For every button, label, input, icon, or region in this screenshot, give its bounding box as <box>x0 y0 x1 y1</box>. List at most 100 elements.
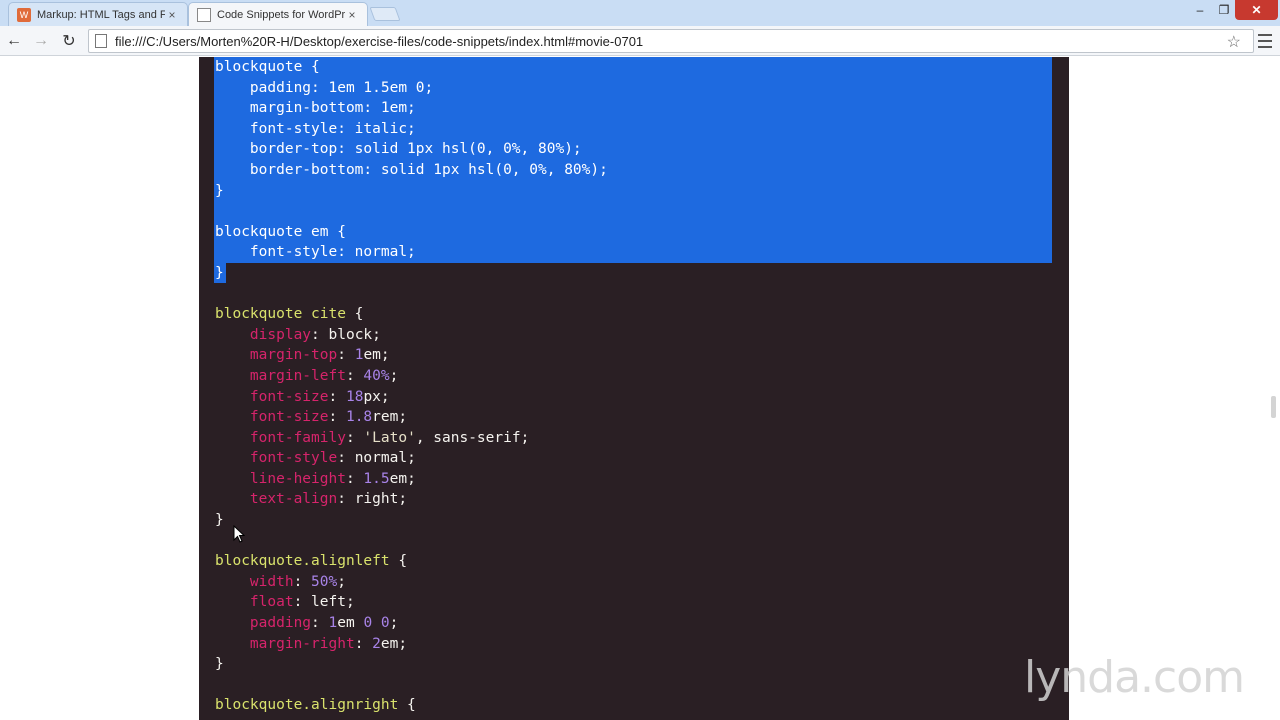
selected-code-text: font-style: normal; <box>215 244 416 261</box>
back-arrow-icon[interactable]: ← <box>4 31 24 51</box>
css-colon: : <box>354 635 373 652</box>
css-property: display <box>249 326 312 343</box>
code-line: margin-left: 40%; <box>215 366 608 387</box>
scrollbar-thumb[interactable] <box>1271 396 1276 418</box>
css-value: 1 <box>328 615 338 632</box>
css-property: text-align <box>249 491 338 508</box>
css-value: 40% <box>363 367 390 384</box>
maximize-button[interactable]: ❐ <box>1213 0 1235 20</box>
tab-strip: W Markup: HTML Tags and Formatting × Cod… <box>0 0 1280 26</box>
css-colon: : <box>328 388 346 405</box>
css-property: font-size <box>249 388 329 405</box>
code-line: margin-right: 2em; <box>215 634 608 655</box>
bookmark-star-icon[interactable]: ☆ <box>1227 32 1241 52</box>
css-property: margin-right <box>249 635 355 652</box>
css-value: em <box>363 347 381 364</box>
css-semicolon: ; <box>337 573 346 590</box>
selected-code-text: blockquote em { <box>215 223 346 240</box>
forward-arrow-icon[interactable]: → <box>31 31 51 51</box>
css-property: width <box>249 573 294 590</box>
code-line: } <box>215 654 608 675</box>
tab-close-icon[interactable]: × <box>165 8 179 22</box>
css-brace: { <box>398 697 416 714</box>
selected-code-text: padding: 1em 1.5em 0; <box>215 79 434 96</box>
code-line: border-bottom: solid 1px hsl(0, 0%, 80%)… <box>215 160 608 181</box>
code-line: padding: 1em 0 0; <box>215 613 608 634</box>
css-value: normal <box>354 450 408 467</box>
tab-markup[interactable]: W Markup: HTML Tags and Formatting × <box>8 2 188 26</box>
css-value: block <box>328 326 373 343</box>
close-window-button[interactable]: ✕ <box>1235 0 1278 20</box>
css-property: line-height <box>249 470 346 487</box>
new-tab-button[interactable] <box>369 7 401 21</box>
code-line: font-size: 18px; <box>215 387 608 408</box>
menu-icon[interactable] <box>1258 34 1272 48</box>
tab-close-icon[interactable]: × <box>345 8 359 22</box>
selected-code-text: border-top: solid 1px hsl(0, 0%, 80%); <box>215 141 582 158</box>
code-line: font-size: 1.8rem; <box>215 407 608 428</box>
code-line: margin-top: 1em; <box>215 345 608 366</box>
css-semicolon: ; <box>345 594 355 611</box>
css-value: 18 <box>345 388 364 405</box>
css-property: margin-left <box>249 367 346 384</box>
css-code-block[interactable]: blockquote { padding: 1em 1.5em 0; margi… <box>215 57 608 716</box>
address-bar[interactable]: file:///C:/Users/Morten%20R-H/Desktop/ex… <box>88 29 1254 53</box>
address-url[interactable]: file:///C:/Users/Morten%20R-H/Desktop/ex… <box>115 34 643 49</box>
code-line: } <box>215 181 608 202</box>
tab-title: Code Snippets for WordPress <box>217 8 345 21</box>
css-selector: blockquote.alignright <box>215 697 399 714</box>
code-line: font-style: normal; <box>215 242 608 263</box>
css-property: margin-top <box>249 347 338 364</box>
css-property: padding <box>249 615 312 632</box>
code-line: font-style: normal; <box>215 448 608 469</box>
code-line: font-family: 'Lato', sans-serif; <box>215 428 608 449</box>
css-value: 'Lato' <box>363 429 416 446</box>
code-line: blockquote cite { <box>215 304 608 325</box>
selected-code-text: } <box>215 182 224 199</box>
css-value: 1.8 <box>345 409 373 426</box>
selected-code-text: margin-bottom: 1em; <box>215 100 416 117</box>
css-colon: : <box>337 491 355 508</box>
css-colon: : <box>337 450 355 467</box>
css-semicolon: ; <box>407 450 416 467</box>
tab-code-snippets[interactable]: Code Snippets for WordPress × <box>188 2 368 26</box>
css-property: float <box>249 594 294 611</box>
code-line: blockquote.alignleft { <box>215 551 608 572</box>
css-brace: } <box>215 656 224 673</box>
code-line: blockquote.alignright { <box>215 695 608 716</box>
css-semicolon: ; <box>407 470 416 487</box>
code-line: float: left; <box>215 592 608 613</box>
code-line: padding: 1em 1.5em 0; <box>215 78 608 99</box>
selected-code-text <box>215 203 224 219</box>
code-line <box>215 201 608 222</box>
css-value: 1.5 <box>363 470 390 487</box>
code-line: text-align: right; <box>215 489 608 510</box>
selected-code-text: blockquote { <box>215 59 320 75</box>
reload-icon[interactable]: ↻ <box>59 31 79 51</box>
selected-code-text: } <box>215 264 224 281</box>
css-value: 2 <box>372 635 381 652</box>
minimize-button[interactable]: – <box>1187 0 1213 20</box>
css-colon: : <box>293 573 312 590</box>
css-semicolon: ; <box>398 635 408 652</box>
code-line: font-style: italic; <box>215 119 608 140</box>
css-property: font-family <box>249 429 346 446</box>
browser-toolbar: ← → ↻ file:///C:/Users/Morten%20R-H/Desk… <box>0 26 1280 56</box>
css-colon: : <box>311 326 329 343</box>
css-colon: : <box>311 615 329 632</box>
css-brace: } <box>215 512 224 529</box>
css-selector: blockquote cite <box>215 306 346 323</box>
code-line: blockquote em { <box>215 222 608 243</box>
css-semicolon: ; <box>398 491 408 508</box>
